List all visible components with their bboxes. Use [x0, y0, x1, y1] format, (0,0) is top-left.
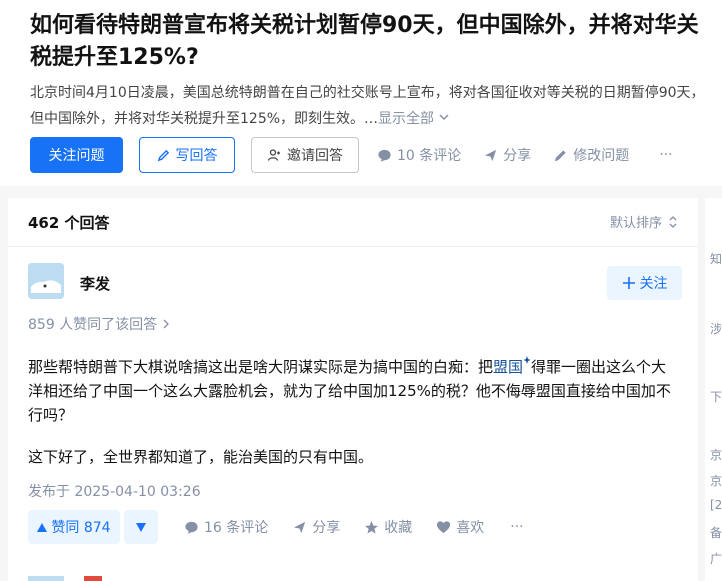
sort-toggle-icon [668, 215, 678, 229]
edit-pen-icon [553, 148, 568, 163]
ally-link[interactable]: 盟国 [493, 358, 523, 376]
edit-question-button[interactable]: 修改问题 [553, 145, 629, 165]
heart-icon [436, 520, 451, 535]
share-icon [292, 520, 307, 535]
triangle-down-icon [136, 522, 146, 532]
avatar[interactable] [28, 263, 64, 299]
next-answer-badge [84, 576, 102, 581]
sort-dropdown[interactable]: 默认排序 [610, 212, 678, 231]
question-actions: 关注问题 写回答 邀请回答 10 条评论 分享 修改问题 ··· [30, 137, 673, 173]
author-name[interactable]: 李发 [80, 273, 110, 294]
answer-count: 462 个回答 [28, 214, 110, 232]
vote-down-button[interactable] [124, 510, 158, 544]
answer-share-button[interactable]: 分享 [292, 517, 340, 537]
follow-author-label: 关注 [639, 276, 668, 292]
follow-question-button[interactable]: 关注问题 [30, 137, 123, 173]
description-text: 北京时间4月10日凌晨，美国总统特朗普在自己的社交账号上宣布，将对各国征收对等关… [30, 85, 705, 127]
answer-content: 那些帮特朗普下大棋说啥搞这出是啥大阴谋实际是为搞中国的白痴：把盟国 得罪一圈出这么… [28, 355, 678, 469]
sidebar-fragment: 京 [710, 474, 722, 488]
divider [8, 246, 698, 247]
invite-answer-button[interactable]: 邀请回答 [251, 137, 359, 173]
sidebar-fragment: 备 [710, 526, 722, 540]
sort-label: 默认排序 [609, 216, 662, 231]
question-share-button[interactable]: 分享 [483, 145, 531, 165]
answer-actions: 赞同 874 16 条评论 分享 收藏 喜欢 ··· [28, 510, 524, 544]
vote-up-button[interactable]: 赞同 874 [28, 510, 120, 544]
next-answer-avatar[interactable] [28, 576, 64, 581]
comment-icon [184, 520, 199, 535]
sidebar-fragment: 涉 [710, 322, 722, 336]
triangle-up-icon [37, 522, 48, 532]
answer-paragraph: 这下好了，全世界都知道了，能治美国的只有中国。 [28, 448, 374, 466]
more-actions-button[interactable]: ··· [659, 147, 672, 163]
question-header: 如何看待特朗普宣布将关税计划暂停90天，但中国除外，并将对华关税提升至125%?… [0, 0, 722, 186]
comment-icon [377, 148, 392, 163]
question-comments-label: 10 条评论 [397, 148, 462, 164]
sidebar-fragment: 京 [710, 448, 722, 462]
edit-question-label: 修改问题 [573, 148, 630, 164]
sparkle-icon [523, 355, 531, 365]
answer-comments-label: 16 条评论 [204, 520, 269, 536]
publish-time[interactable]: 发布于 2025-04-10 03:26 [28, 481, 201, 501]
sidebar-fragment: 知 [710, 252, 722, 266]
chevron-right-icon [162, 319, 170, 329]
invite-answer-label: 邀请回答 [287, 148, 343, 164]
question-title: 如何看待特朗普宣布将关税计划暂停90天，但中国除外，并将对华关税提升至125%? [30, 13, 699, 70]
question-share-label: 分享 [503, 148, 532, 164]
write-answer-button[interactable]: 写回答 [139, 137, 235, 173]
invite-user-icon [267, 148, 281, 162]
plus-icon [622, 276, 636, 290]
answer-paragraph: 那些帮特朗普下大棋说啥搞这出是啥大阴谋实际是为搞中国的白痴：把盟国 得罪一圈出这么… [28, 355, 678, 427]
star-icon [364, 520, 379, 535]
favorite-label: 收藏 [384, 520, 413, 536]
show-all-link[interactable]: 显示全部 [378, 111, 450, 127]
answer-comments-button[interactable]: 16 条评论 [184, 517, 268, 537]
like-label: 喜欢 [456, 520, 485, 536]
vote-up-label: 赞同 874 [51, 520, 111, 536]
follow-author-button[interactable]: 关注 [607, 266, 682, 300]
pencil-icon [157, 149, 170, 162]
answers-panel: 462 个回答 默认排序 李发 关注 859 人赞同了该回答 那些帮特朗普下大棋… [8, 198, 698, 581]
right-sidebar: 知 涉 下 京 京 [2 备 广 [705, 198, 722, 581]
like-button[interactable]: 喜欢 [436, 517, 484, 537]
question-description[interactable]: 北京时间4月10日凌晨，美国总统特朗普在自己的社交账号上宣布，将对各国征收对等关… [30, 80, 710, 132]
favorite-button[interactable]: 收藏 [364, 517, 412, 537]
sidebar-fragment: 下 [710, 390, 722, 404]
question-comments-button[interactable]: 10 条评论 [377, 145, 461, 165]
chevron-down-icon [438, 111, 450, 123]
answer-more-button[interactable]: ··· [510, 519, 523, 535]
share-icon [483, 148, 498, 163]
sidebar-fragment: [2 [710, 498, 722, 512]
write-answer-label: 写回答 [175, 148, 218, 164]
sidebar-fragment: 广 [710, 552, 722, 566]
answer-share-label: 分享 [312, 520, 341, 536]
agree-count-link[interactable]: 859 人赞同了该回答 [28, 314, 170, 334]
